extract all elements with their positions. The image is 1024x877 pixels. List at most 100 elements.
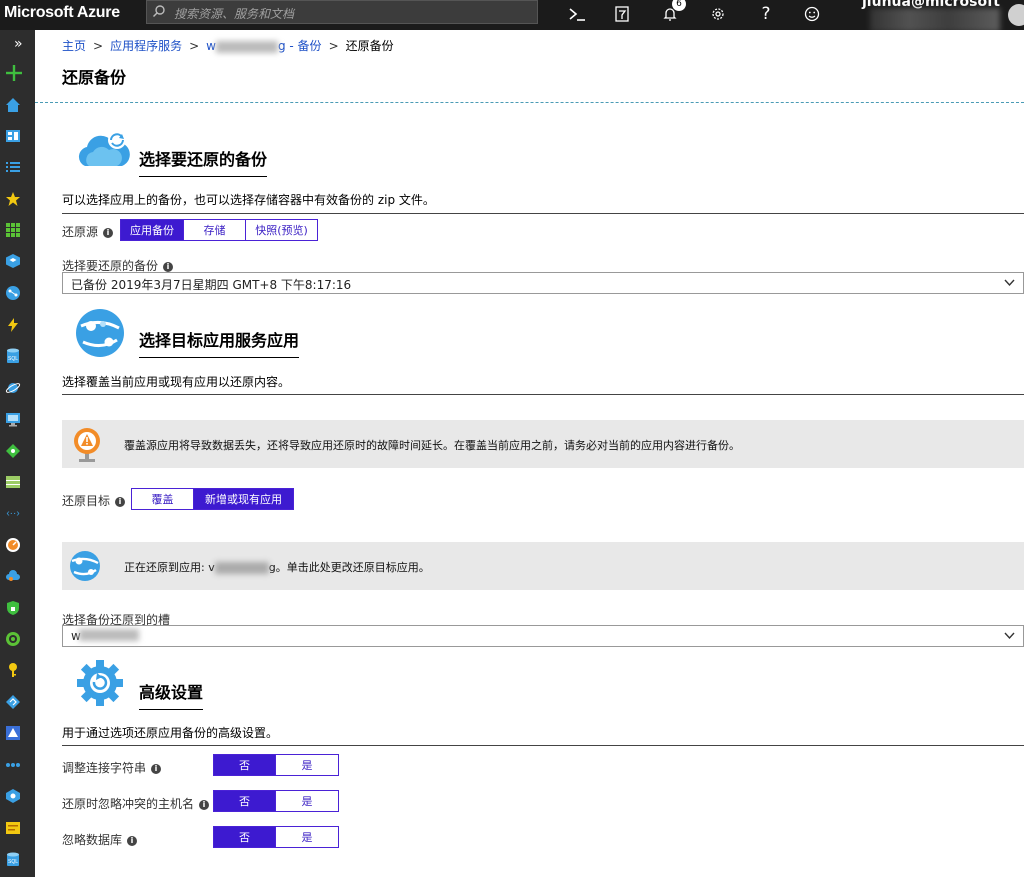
virtual-machines-icon[interactable] xyxy=(4,410,22,428)
app-service-icon xyxy=(76,309,124,357)
section-target-app-desc: 选择覆盖当前应用或现有应用以还原内容。 xyxy=(62,375,291,389)
chevron-down-icon xyxy=(1004,632,1015,640)
header-divider xyxy=(35,102,1024,103)
ignore-hostname-conflict-toggle: 否 是 xyxy=(213,790,339,812)
active-directory-icon[interactable] xyxy=(4,724,22,742)
all-resources-icon[interactable] xyxy=(4,221,22,239)
section-advanced-desc: 用于通过选项还原应用备份的高级设置。 xyxy=(62,726,279,740)
left-nav: » SQL ‹··› SQL xyxy=(0,30,35,877)
app-service-icon xyxy=(70,551,100,581)
info-icon[interactable]: i xyxy=(151,763,162,774)
storage-accounts-icon[interactable] xyxy=(4,473,22,491)
info-icon[interactable]: i xyxy=(127,835,138,846)
ignore-hostname-conflict-label: 还原时忽略冲突的主机名 i xyxy=(62,795,210,812)
ignore-databases-label: 忽略数据库 i xyxy=(62,831,138,848)
load-balancers-icon[interactable] xyxy=(4,442,22,460)
restoring-target-banner[interactable]: 正在还原到应用: v g。单击此处更改还原目标应用。 xyxy=(62,542,1024,590)
info-icon[interactable]: i xyxy=(115,496,126,507)
target-new-or-existing-option[interactable]: 新增或现有应用 xyxy=(194,489,293,509)
feedback-button[interactable] xyxy=(790,0,834,28)
breadcrumb-app-services[interactable]: 应用程序服务 xyxy=(110,39,182,53)
no-option[interactable]: 否 xyxy=(214,755,276,775)
restore-source-label: 还原源 i xyxy=(62,223,114,240)
top-bar: Microsoft Azure 搜索资源、服务和文档 6 ? jiuhua@mi… xyxy=(0,0,1024,32)
yes-option[interactable]: 是 xyxy=(276,755,338,775)
monitor-gauge-icon[interactable] xyxy=(4,536,22,554)
overwrite-warning-banner: 覆盖源应用将导致数据丢失，还将导致应用还原时的故障时间延长。在覆盖当前应用之前，… xyxy=(62,420,1024,468)
adjust-connection-strings-label: 调整连接字符串 i xyxy=(62,759,162,776)
svg-text:SQL: SQL xyxy=(8,859,18,865)
slot-select-dropdown[interactable]: w xyxy=(62,625,1024,647)
kubernetes-icon[interactable] xyxy=(4,787,22,805)
page-title: 还原备份 xyxy=(62,68,127,87)
restore-source-toggle: 应用备份 存储 快照(预览) xyxy=(120,219,318,241)
section-advanced-title: 高级设置 xyxy=(139,679,204,710)
filter-icon xyxy=(615,6,629,22)
restore-target-toggle: 覆盖 新增或现有应用 xyxy=(131,488,294,510)
advanced-settings-gear-icon xyxy=(77,660,123,706)
search-box[interactable]: 搜索资源、服务和文档 xyxy=(146,0,538,24)
restore-target-label: 还原目标 i xyxy=(62,492,126,509)
all-services-icon[interactable] xyxy=(4,158,22,176)
yes-option[interactable]: 是 xyxy=(276,791,338,811)
dashboard-icon[interactable] xyxy=(4,127,22,145)
info-icon[interactable]: i xyxy=(199,799,210,810)
no-option[interactable]: 否 xyxy=(214,791,276,811)
resource-groups-icon[interactable] xyxy=(4,252,22,270)
cloud-shell-button[interactable] xyxy=(555,0,599,28)
breadcrumb-app-prefix[interactable]: w xyxy=(206,39,216,53)
cosmos-db-icon[interactable] xyxy=(4,379,22,397)
backup-select-dropdown[interactable]: 已备份 2019年3月7日星期四 GMT+8 下午8:17:16 xyxy=(62,272,1024,294)
avatar[interactable] xyxy=(1008,4,1024,26)
no-option[interactable]: 否 xyxy=(214,827,276,847)
section-select-backup-desc: 可以选择应用上的备份，也可以选择存储容器中有效备份的 zip 文件。 xyxy=(62,193,435,207)
breadcrumb-home[interactable]: 主页 xyxy=(62,39,86,53)
restoring-target-text[interactable]: 正在还原到应用: v g。单击此处更改还原目标应用。 xyxy=(124,559,430,575)
source-storage-option[interactable]: 存储 xyxy=(184,220,246,240)
cloud-shell-icon xyxy=(569,8,585,21)
info-icon[interactable]: i xyxy=(163,261,174,272)
function-apps-icon[interactable] xyxy=(4,316,22,334)
section-divider xyxy=(62,745,1024,746)
app-services-icon[interactable] xyxy=(4,284,22,302)
favorites-star-icon[interactable] xyxy=(4,190,22,208)
ignore-databases-toggle: 否 是 xyxy=(213,826,339,848)
help-button[interactable]: ? xyxy=(744,0,788,28)
breadcrumb-app-backup[interactable]: g - 备份 xyxy=(278,39,322,53)
main-content: 主页 > 应用程序服务 > w g - 备份 > 还原备份 还原备份 选择要还原的备份 可以选… xyxy=(35,30,1024,877)
settings-button[interactable] xyxy=(696,0,740,28)
gear-icon xyxy=(712,8,724,20)
devops-icon[interactable] xyxy=(4,693,22,711)
sql-server-icon[interactable]: SQL xyxy=(4,850,22,868)
virtual-networks-icon[interactable]: ‹··› xyxy=(4,504,22,522)
section-target-app-title: 选择目标应用服务应用 xyxy=(139,327,300,358)
source-snapshot-option[interactable]: 快照(预览) xyxy=(246,220,317,240)
redaction xyxy=(215,40,278,53)
target-overwrite-option[interactable]: 覆盖 xyxy=(132,489,194,509)
expand-menu-icon[interactable]: » xyxy=(14,36,23,52)
section-select-backup-title: 选择要还原的备份 xyxy=(139,146,268,177)
cloud-services-icon[interactable] xyxy=(4,567,22,585)
smiley-icon xyxy=(804,6,820,22)
home-icon[interactable] xyxy=(4,96,22,114)
advisor-icon[interactable] xyxy=(4,630,22,648)
redaction xyxy=(79,629,139,641)
search-placeholder: 搜索资源、服务和文档 xyxy=(174,7,295,21)
sql-databases-icon[interactable]: SQL xyxy=(4,347,22,365)
security-center-icon[interactable] xyxy=(4,599,22,617)
notifications-button[interactable]: 6 xyxy=(648,0,692,28)
create-resource-icon[interactable] xyxy=(5,64,23,82)
notes-icon[interactable] xyxy=(4,819,22,837)
question-icon: ? xyxy=(761,4,771,24)
notification-badge: 6 xyxy=(672,0,686,11)
breadcrumb: 主页 > 应用程序服务 > w g - 备份 > 还原备份 xyxy=(62,39,394,53)
directory-filter-button[interactable] xyxy=(600,0,644,28)
key-vault-icon[interactable] xyxy=(4,661,22,679)
source-app-backup-option[interactable]: 应用备份 xyxy=(121,220,184,240)
network-watcher-icon[interactable] xyxy=(4,756,22,774)
info-icon[interactable]: i xyxy=(103,227,114,238)
yes-option[interactable]: 是 xyxy=(276,827,338,847)
brand-logo[interactable]: Microsoft Azure xyxy=(4,4,120,22)
section-divider xyxy=(62,213,1024,214)
breadcrumb-current: 还原备份 xyxy=(345,39,394,53)
